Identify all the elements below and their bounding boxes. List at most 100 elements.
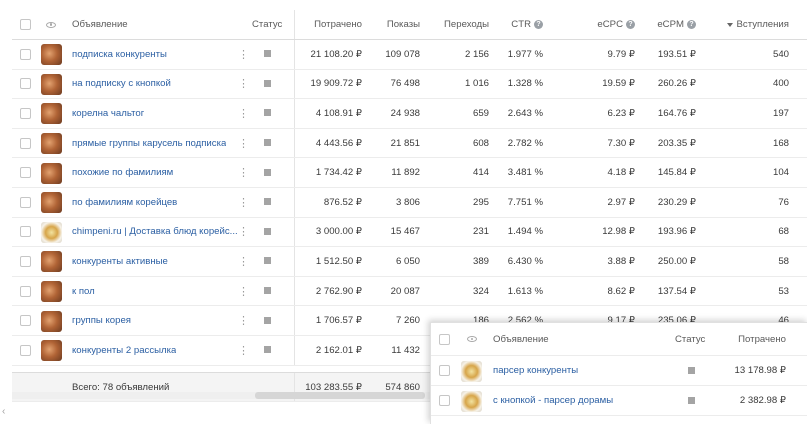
table-row[interactable]: к пол ⋮ 2 762.90 ₽ 20 087 324 1.613 % 8.…	[12, 276, 807, 307]
ad-thumbnail	[41, 221, 62, 243]
table-row[interactable]: по фамилиям корейцев ⋮ 876.52 ₽ 3 806 29…	[12, 188, 807, 218]
row-checkbox[interactable]	[20, 107, 31, 119]
overlay-col-header-spent[interactable]: Потрачено	[721, 323, 786, 355]
more-options-icon[interactable]: ⋮	[238, 218, 249, 247]
cell-ctr: 1.328 %	[507, 78, 543, 90]
select-all-checkbox[interactable]	[20, 19, 31, 30]
cell-impressions: 109 078	[385, 48, 420, 60]
more-options-icon[interactable]: ⋮	[238, 188, 249, 217]
overlay-table-row[interactable]: с кнопкой - парсер дорамы 2 382.98 ₽	[431, 386, 807, 416]
eye-icon[interactable]	[467, 336, 477, 342]
help-icon[interactable]: ?	[534, 20, 543, 29]
status-indicator	[264, 50, 271, 58]
scroll-left-icon[interactable]: ‹	[2, 406, 5, 417]
ad-name-link[interactable]: подписка конкуренты	[72, 40, 167, 69]
cell-impressions: 11 892	[391, 167, 420, 179]
row-checkbox[interactable]	[20, 137, 31, 149]
row-checkbox[interactable]	[20, 344, 31, 356]
col-header-spent[interactable]: Потрачено	[302, 10, 362, 39]
col-header-ctr[interactable]: CTR?	[492, 10, 543, 39]
more-options-icon[interactable]: ⋮	[238, 158, 249, 187]
cell-spent: 876.52 ₽	[323, 196, 362, 208]
ecpm-label: eCPM	[657, 19, 684, 30]
sort-desc-icon	[726, 22, 733, 27]
column-divider	[294, 306, 295, 335]
overlay-table-header: Объявление Статус Потрачено	[431, 323, 807, 356]
column-divider	[294, 247, 295, 276]
table-row[interactable]: конкуренты активные ⋮ 1 512.50 ₽ 6 050 3…	[12, 247, 807, 277]
row-checkbox[interactable]	[20, 226, 31, 238]
cell-joins: 540	[772, 48, 789, 60]
col-header-impressions[interactable]: Показы	[362, 10, 420, 39]
more-options-icon[interactable]: ⋮	[238, 277, 249, 306]
ad-name-link[interactable]: группы корея	[72, 306, 131, 335]
ad-name-link[interactable]: конкуренты 2 рассылка	[72, 336, 176, 365]
cell-spent: 1 512.50 ₽	[315, 255, 362, 267]
row-checkbox[interactable]	[20, 255, 31, 267]
more-options-icon[interactable]: ⋮	[238, 40, 249, 69]
cell-spent: 2 162.01 ₽	[315, 344, 362, 356]
row-checkbox[interactable]	[20, 78, 31, 90]
ad-name-link[interactable]: парсер конкуренты	[493, 356, 578, 385]
table-row[interactable]: корелна чальтог ⋮ 4 108.91 ₽ 24 938 659 …	[12, 99, 807, 129]
eye-icon[interactable]	[46, 21, 56, 28]
help-icon[interactable]: ?	[626, 20, 635, 29]
cell-ecpm: 193.51 ₽	[657, 48, 696, 60]
ad-name-link[interactable]: по фамилиям корейцев	[72, 188, 177, 217]
overlay-col-header-status[interactable]: Статус	[675, 323, 705, 355]
cell-spent: 2 382.98 ₽	[739, 395, 786, 406]
help-icon[interactable]: ?	[687, 20, 696, 29]
horizontal-scrollbar[interactable]	[255, 392, 425, 399]
ad-name-link[interactable]: похожие по фамилиям	[72, 158, 173, 187]
overlay-col-header-ad[interactable]: Объявление	[493, 323, 549, 355]
col-header-ad[interactable]: Объявление	[72, 10, 128, 39]
ad-name-link[interactable]: корелна чальтог	[72, 99, 144, 128]
row-checkbox[interactable]	[20, 196, 31, 208]
col-header-joins[interactable]: Вступления	[702, 10, 789, 39]
table-row[interactable]: на подписку с кнопкой ⋮ 19 909.72 ₽ 76 4…	[12, 69, 807, 100]
row-checkbox[interactable]	[439, 365, 450, 376]
row-checkbox[interactable]	[20, 315, 31, 327]
cell-ecpm: 250.00 ₽	[657, 255, 696, 267]
overlay-select-all-checkbox[interactable]	[439, 333, 450, 345]
table-row[interactable]: прямые группы карусель подписка ⋮ 4 443.…	[12, 128, 807, 159]
ad-name-link[interactable]: конкуренты активные	[72, 247, 168, 276]
cell-impressions: 15 467	[390, 226, 420, 238]
row-checkbox[interactable]	[20, 48, 31, 60]
row-checkbox[interactable]	[20, 167, 31, 179]
col-header-ecpc[interactable]: eCPC?	[572, 10, 635, 39]
ad-thumbnail	[41, 251, 62, 273]
col-header-ecpm[interactable]: eCPM?	[636, 10, 696, 39]
cell-impressions: 21 851	[390, 137, 420, 149]
more-options-icon[interactable]: ⋮	[238, 99, 249, 128]
table-row[interactable]: подписка конкуренты ⋮ 21 108.20 ₽ 109 07…	[12, 40, 807, 70]
ctr-label: CTR	[511, 19, 531, 30]
row-checkbox[interactable]	[20, 285, 31, 297]
ad-name-link[interactable]: на подписку с кнопкой	[72, 70, 171, 99]
more-options-icon[interactable]: ⋮	[238, 247, 249, 276]
cell-joins: 104	[772, 167, 789, 179]
status-indicator	[264, 198, 271, 206]
status-indicator	[264, 79, 271, 87]
col-header-clicks[interactable]: Переходы	[422, 10, 489, 39]
status-indicator	[264, 316, 271, 324]
overlay-ads-table: Объявление Статус Потрачено парсер конку…	[430, 322, 807, 424]
table-row[interactable]: похожие по фамилиям ⋮ 1 734.42 ₽ 11 892 …	[12, 158, 807, 188]
table-row[interactable]: chimpeni.ru | Доставка блюд корейс... ⋮ …	[12, 217, 807, 248]
more-options-icon[interactable]: ⋮	[238, 70, 249, 99]
cell-ecpc: 4.18 ₽	[607, 167, 635, 179]
cell-ecpc: 7.30 ₽	[607, 137, 635, 149]
more-options-icon[interactable]: ⋮	[238, 306, 249, 335]
col-header-status[interactable]: Статус	[252, 10, 282, 39]
more-options-icon[interactable]: ⋮	[238, 129, 249, 158]
cell-ecpc: 19.59 ₽	[602, 78, 635, 90]
ad-name-link[interactable]: chimpeni.ru | Доставка блюд корейс...	[72, 218, 238, 247]
cell-ecpc: 12.98 ₽	[602, 226, 635, 238]
cell-joins: 197	[772, 107, 789, 119]
more-options-icon[interactable]: ⋮	[238, 336, 249, 365]
ad-name-link[interactable]: к пол	[72, 277, 95, 306]
overlay-table-row[interactable]: парсер конкуренты 13 178.98 ₽	[431, 356, 807, 386]
ad-name-link[interactable]: прямые группы карусель подписка	[72, 129, 226, 158]
row-checkbox[interactable]	[439, 395, 450, 406]
ad-name-link[interactable]: с кнопкой - парсер дорамы	[493, 386, 613, 415]
